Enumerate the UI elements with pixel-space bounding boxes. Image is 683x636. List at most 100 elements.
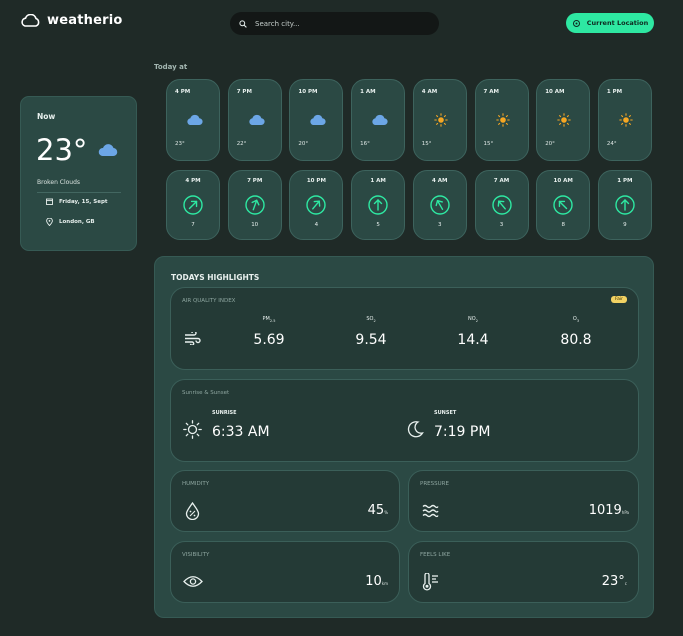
wind-direction-icon	[491, 194, 513, 220]
aqi-no2: NO2 14.4	[443, 316, 503, 348]
hourly-temp: 20°	[545, 141, 555, 147]
hourly-card: 7 PM 22°	[227, 79, 282, 161]
moon-icon	[407, 421, 424, 438]
aqi-value: 80.8	[560, 332, 592, 348]
current-weather-card: Now 23° c Broken Clouds Friday, 15, Sept…	[20, 96, 137, 251]
highlights-panel: TODAYS HIGHLIGHTS AIR QUALITY INDEX Fair…	[154, 256, 654, 618]
wind-speed: 3	[499, 222, 504, 228]
wind-time: 10 AM	[553, 178, 573, 184]
hourly-card: 1 PM 24°	[597, 79, 652, 161]
search-input[interactable]	[255, 19, 425, 28]
wind-card: 10 PM 4	[289, 170, 344, 240]
hourly-card: 7 AM 15°	[474, 79, 529, 161]
wind-time: 10 PM	[306, 178, 326, 184]
today-at-label: Today at	[154, 63, 188, 71]
wind-speed: 7	[191, 222, 195, 228]
aqi-o3: O3 80.8	[546, 316, 606, 348]
wind-card: 1 AM 5	[351, 170, 406, 240]
sunrise-label: SUNRISE	[212, 410, 237, 416]
hourly-temp: 22°	[236, 141, 247, 147]
cloud-icon	[371, 111, 388, 130]
aqi-so2: SO2 9.54	[341, 316, 401, 348]
wind-card: 4 AM 3	[412, 170, 467, 240]
visibility-card: VISIBILITY 10km	[170, 541, 400, 603]
wind-card: 1 PM 9	[597, 170, 652, 240]
location-pin-icon	[46, 218, 53, 226]
visibility-title: VISIBILITY	[182, 552, 210, 558]
aqi-pm25: PM2.5 5.69	[239, 316, 299, 348]
hourly-temp: 15°	[483, 141, 494, 147]
hourly-card: 10 AM 20°	[536, 79, 591, 161]
hourly-time: 4 AM	[421, 89, 438, 95]
wind-direction-icon	[429, 194, 451, 220]
sun-title: Sunrise & Sunset	[182, 390, 230, 396]
sunset-label: SUNSET	[434, 410, 457, 416]
hourly-time: 1 PM	[606, 89, 623, 95]
cloud-icon	[248, 111, 265, 130]
pressure-title: PRESSURE	[420, 481, 449, 487]
aqi-title: AIR QUALITY INDEX	[182, 298, 236, 304]
wind-time: 7 AM	[493, 178, 510, 184]
current-location: London, GB	[59, 219, 95, 225]
humidity-card: HUMIDITY 45%	[170, 470, 400, 532]
hourly-temp: 15°	[421, 141, 432, 147]
wind-speed: 10	[251, 222, 259, 228]
sunrise-time: 6:33 AM	[212, 424, 270, 440]
thermometer-icon	[422, 573, 438, 591]
cloud-icon	[98, 142, 118, 161]
aqi-label: SO2	[366, 316, 376, 323]
cloud-logo-icon	[21, 14, 40, 27]
wind-direction-icon	[552, 194, 574, 220]
weather-description: Broken Clouds	[37, 179, 81, 186]
feels-like-title: FEELS LIKE	[420, 552, 451, 558]
wind-card: 7 PM 10	[227, 170, 282, 240]
wind-time: 7 PM	[247, 178, 263, 184]
wind-speed: 8	[561, 222, 565, 228]
cloud-icon	[309, 111, 326, 130]
sunrise-icon	[183, 420, 202, 439]
hourly-time: 1 AM	[360, 89, 376, 95]
search-bar[interactable]	[230, 12, 439, 35]
wind-direction-icon	[305, 194, 327, 220]
current-date: Friday, 15, Sept	[59, 198, 108, 205]
hourly-temp: 16°	[360, 141, 370, 147]
wind-speed: 4	[314, 222, 319, 228]
humidity-title: HUMIDITY	[182, 481, 210, 487]
pressure-value: 1019hPa	[588, 503, 629, 518]
logo[interactable]: weatherio	[20, 13, 122, 28]
hourly-time: 4 PM	[175, 89, 191, 95]
sunset-time: 7:19 PM	[434, 424, 491, 440]
pressure-card: PRESSURE 1019hPa	[408, 470, 639, 532]
aqi-value: 9.54	[355, 332, 387, 348]
wind-direction-icon	[367, 194, 389, 220]
aqi-value: 14.4	[457, 332, 489, 348]
eye-icon	[183, 576, 203, 587]
current-location-button[interactable]: Current Location	[566, 13, 654, 33]
aqi-value: 5.69	[253, 332, 285, 348]
current-location-label: Current Location	[586, 19, 649, 27]
sunrise-sunset-card: Sunrise & Sunset SUNRISE 6:33 AM SUNSET …	[170, 379, 639, 462]
wind-speed: 3	[438, 222, 442, 228]
wind-time: 4 PM	[185, 178, 201, 184]
feels-like-value: 23°c	[601, 574, 627, 589]
hourly-temp: 20°	[298, 141, 309, 147]
search-icon	[239, 19, 247, 28]
wind-speed: 9	[623, 222, 627, 228]
wind-time: 1 AM	[370, 178, 386, 184]
now-title: Now	[37, 112, 56, 121]
aqi-label: NO2	[468, 316, 478, 323]
air-quality-card: AIR QUALITY INDEX Fair PM2.5 5.69 SO2 9.…	[170, 287, 639, 370]
hourly-card: 4 AM 15°	[412, 79, 467, 161]
hourly-time: 7 PM	[236, 89, 252, 95]
wind-icon	[185, 332, 201, 345]
aqi-label: PM2.5	[262, 316, 276, 323]
hourly-time: 10 PM	[298, 89, 318, 95]
wind-direction-icon	[182, 194, 204, 220]
divider	[37, 192, 121, 193]
hourly-card: 10 PM 20°	[289, 79, 344, 161]
sun-icon	[557, 112, 571, 131]
hourly-card: 4 PM 23°	[166, 79, 220, 161]
calendar-icon	[46, 198, 53, 205]
feels-like-card: FEELS LIKE 23°c	[408, 541, 639, 603]
aqi-badge: Fair	[610, 296, 627, 303]
